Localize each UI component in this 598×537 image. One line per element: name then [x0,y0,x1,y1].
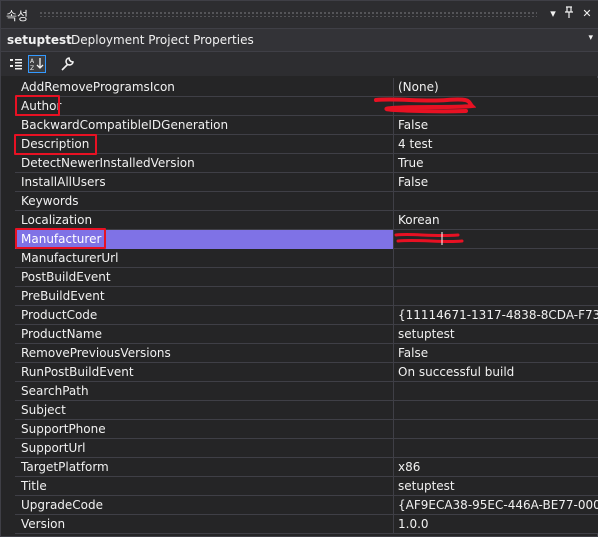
property-name[interactable]: Description [15,135,393,154]
property-row-version[interactable]: Version 1.0.0 [15,515,598,534]
property-value[interactable] [394,230,598,249]
property-name[interactable]: Author [15,97,393,116]
drag-grip[interactable] [39,11,537,17]
property-row-upgradecode[interactable]: UpgradeCode {AF9ECA38-95EC-446A-BE77-000D [15,496,598,515]
property-value[interactable]: x86 [394,458,598,477]
object-type: Deployment Project Properties [71,33,254,47]
property-row-targetplatform[interactable]: TargetPlatform x86 [15,458,598,477]
alphabetical-sort-icon[interactable]: A Z [28,55,46,73]
property-value[interactable] [394,268,598,287]
property-name[interactable]: Version [15,515,393,534]
property-value[interactable] [394,249,598,268]
property-name[interactable]: ManufacturerUrl [15,249,393,268]
property-value[interactable]: {11114671-1317-4838-8CDA-F7330 [394,306,598,325]
property-name[interactable]: Title [15,477,393,496]
property-name[interactable]: SupportUrl [15,439,393,458]
property-row-detectnewerinstalledversion[interactable]: DetectNewerInstalledVersion True [15,154,598,173]
property-row-manufacturer[interactable]: Manufacturer [15,230,598,249]
property-row-supportphone[interactable]: SupportPhone [15,420,598,439]
properties-toolbar: A Z [1,52,598,76]
property-row-author[interactable]: Author [15,97,598,116]
property-name[interactable]: SupportPhone [15,420,393,439]
property-name[interactable]: RunPostBuildEvent [15,363,393,382]
property-value[interactable] [394,97,598,116]
pin-icon[interactable] [561,6,577,22]
property-value[interactable] [394,439,598,458]
property-row-postbuildevent[interactable]: PostBuildEvent [15,268,598,287]
property-value[interactable]: Korean [394,211,598,230]
property-value[interactable] [394,401,598,420]
window-menu-icon[interactable]: ▾ [545,6,561,22]
property-row-productcode[interactable]: ProductCode {11114671-1317-4838-8CDA-F733… [15,306,598,325]
categorized-view-icon[interactable] [7,55,25,73]
property-value[interactable]: setuptest [394,477,598,496]
property-row-title[interactable]: Title setuptest [15,477,598,496]
object-selector[interactable]: setuptest Deployment Project Properties … [1,28,598,52]
window-title: 속성 [6,9,29,23]
property-value[interactable] [394,420,598,439]
property-name[interactable]: BackwardCompatibleIDGeneration [15,116,393,135]
property-row-installallusers[interactable]: InstallAllUsers False [15,173,598,192]
property-value[interactable]: False [394,116,598,135]
property-row-manufacturerurl[interactable]: ManufacturerUrl [15,249,598,268]
property-name[interactable]: DetectNewerInstalledVersion [15,154,393,173]
property-row-removepreviousversions[interactable]: RemovePreviousVersions False [15,344,598,363]
property-name[interactable]: Localization [15,211,393,230]
property-name[interactable]: PreBuildEvent [15,287,393,306]
chevron-down-icon[interactable]: ▾ [588,33,593,43]
property-value[interactable]: On successful build [394,363,598,382]
property-value[interactable]: 1.0.0 [394,515,598,534]
property-name[interactable]: Manufacturer [15,230,393,249]
property-row-searchpath[interactable]: SearchPath [15,382,598,401]
property-name[interactable]: RemovePreviousVersions [15,344,393,363]
property-name[interactable]: TargetPlatform [15,458,393,477]
property-value[interactable] [394,382,598,401]
properties-window: 속성 ▾ ✕ setuptest Deployment Project Prop… [0,0,598,537]
property-value[interactable]: True [394,154,598,173]
wrench-icon[interactable] [58,55,76,73]
property-row-addremoveprogramsicon[interactable]: AddRemoveProgramsIcon (None) [15,78,598,97]
window-titlebar[interactable]: 속성 ▾ ✕ [1,1,598,28]
property-row-keywords[interactable]: Keywords [15,192,598,211]
property-name[interactable]: PostBuildEvent [15,268,393,287]
property-name[interactable]: AddRemoveProgramsIcon [15,78,393,97]
property-value[interactable]: (None) [394,78,598,97]
property-row-subject[interactable]: Subject [15,401,598,420]
property-row-supporturl[interactable]: SupportUrl [15,439,598,458]
property-row-description[interactable]: Description 4 test [15,135,598,154]
object-name: setuptest [7,33,72,47]
property-value[interactable] [394,192,598,211]
property-value[interactable]: {AF9ECA38-95EC-446A-BE77-000D [394,496,598,515]
property-name[interactable]: ProductCode [15,306,393,325]
property-value[interactable]: 4 test [394,135,598,154]
property-value[interactable]: setuptest [394,325,598,344]
property-name[interactable]: Keywords [15,192,393,211]
svg-text:Z: Z [30,65,34,72]
property-name[interactable]: InstallAllUsers [15,173,393,192]
property-grid: AddRemoveProgramsIcon (None) Author Backwar… [15,78,598,534]
property-name[interactable]: Subject [15,401,393,420]
property-name[interactable]: UpgradeCode [15,496,393,515]
svg-text:A: A [30,58,35,65]
property-value[interactable] [394,287,598,306]
property-row-localization[interactable]: Localization Korean [15,211,598,230]
property-name[interactable]: ProductName [15,325,393,344]
property-value[interactable]: False [394,344,598,363]
property-value[interactable]: False [394,173,598,192]
close-icon[interactable]: ✕ [579,6,595,22]
property-name[interactable]: SearchPath [15,382,393,401]
property-row-runpostbuildevent[interactable]: RunPostBuildEvent On successful build [15,363,598,382]
property-row-prebuildevent[interactable]: PreBuildEvent [15,287,598,306]
property-row-productname[interactable]: ProductName setuptest [15,325,598,344]
property-row-backwardcompatibleidgeneration[interactable]: BackwardCompatibleIDGeneration False [15,116,598,135]
